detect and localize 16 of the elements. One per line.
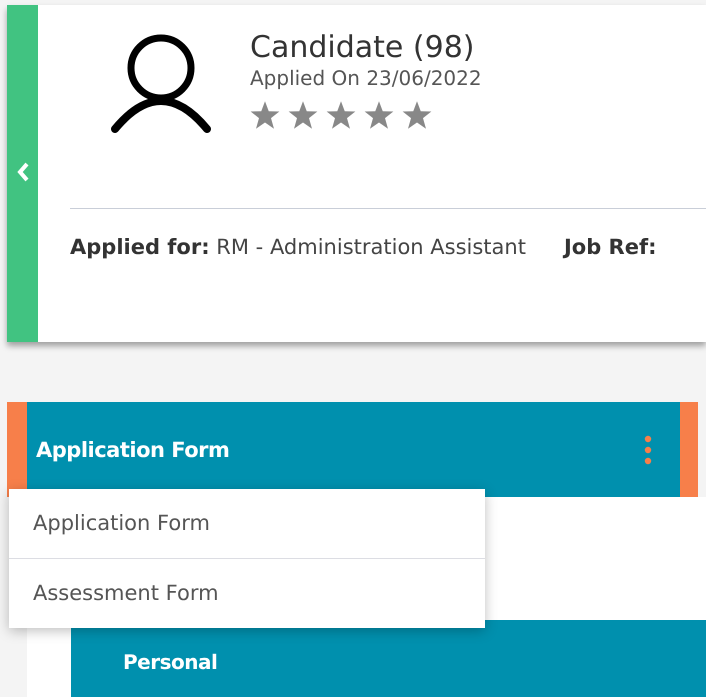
applied-date: Applied On 23/06/2022 bbox=[250, 66, 482, 90]
applied-for-text: Applied for: RM - Administration Assistant bbox=[70, 235, 526, 259]
star-icon[interactable] bbox=[250, 100, 280, 130]
star-rating[interactable] bbox=[250, 100, 432, 130]
menu-item[interactable]: Application Form bbox=[9, 489, 485, 558]
candidate-name: Candidate (98) bbox=[250, 30, 476, 66]
star-icon[interactable] bbox=[402, 100, 432, 130]
star-icon[interactable] bbox=[288, 100, 318, 130]
chevron-left-icon bbox=[16, 162, 28, 182]
form-title: Application Form bbox=[36, 438, 230, 462]
job-ref-label: Job Ref: bbox=[564, 235, 656, 259]
menu-item[interactable]: Assessment Form bbox=[9, 558, 485, 628]
star-icon[interactable] bbox=[326, 100, 356, 130]
section-title: Personal bbox=[123, 650, 218, 674]
star-icon[interactable] bbox=[364, 100, 394, 130]
user-icon bbox=[109, 33, 213, 133]
